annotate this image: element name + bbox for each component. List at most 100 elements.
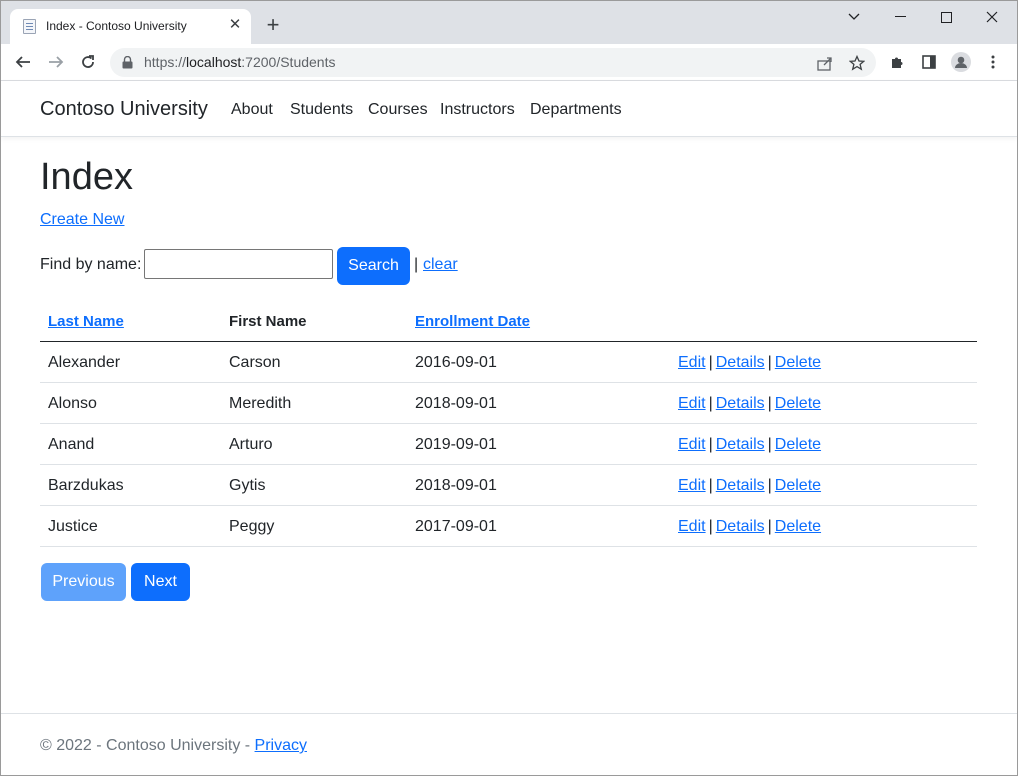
action-separator: |: [708, 436, 713, 453]
minimize-icon[interactable]: [877, 1, 923, 33]
nav-link-courses[interactable]: Courses: [368, 101, 428, 119]
browser-menu-icon[interactable]: [982, 51, 1004, 73]
action-separator: |: [767, 395, 772, 412]
delete-link[interactable]: Delete: [775, 354, 821, 371]
cell-last-name: Alexander: [48, 354, 121, 371]
clear-link[interactable]: clear: [423, 256, 458, 274]
nav-link-instructors[interactable]: Instructors: [440, 101, 515, 119]
url-text[interactable]: https://localhost:7200/Students: [144, 54, 335, 70]
tab-search-chevron-icon[interactable]: [831, 1, 877, 33]
details-link[interactable]: Details: [716, 477, 765, 494]
window-close-icon[interactable]: [969, 1, 1015, 33]
row-actions: Edit | Details | Delete: [678, 477, 821, 495]
cell-last-name: Anand: [48, 436, 95, 453]
table-row: Alonso Meredith 2018-09-01 Edit | Details |…: [40, 383, 977, 424]
cell-last-name: Barzdukas: [48, 477, 124, 494]
action-separator: |: [767, 518, 772, 535]
new-tab-icon[interactable]: +: [262, 14, 284, 36]
edit-link[interactable]: Edit: [678, 436, 706, 453]
separator: |: [414, 256, 419, 273]
tab-strip: Index - Contoso University ✕ +: [1, 1, 1017, 44]
action-separator: |: [708, 518, 713, 535]
page-favicon-icon: [23, 19, 36, 34]
profile-avatar-icon[interactable]: [950, 51, 972, 73]
cell-first-name: Meredith: [229, 395, 292, 412]
nav-link-departments[interactable]: Departments: [530, 101, 622, 119]
sort-last-name-link[interactable]: Last Name: [48, 313, 124, 330]
students-table: Last Name First Name Enrollment Date Ale…: [40, 301, 977, 547]
action-separator: |: [708, 395, 713, 412]
column-header-enrollment-date: Enrollment Date: [415, 313, 530, 330]
cell-enrollment-date: 2018-09-01: [415, 477, 497, 494]
table-row: Justice Peggy 2017-09-01 Edit | Details | De…: [40, 506, 977, 547]
previous-page-button[interactable]: Previous: [41, 563, 126, 601]
search-button[interactable]: Search: [337, 247, 410, 285]
privacy-link[interactable]: Privacy: [255, 737, 307, 754]
edit-link[interactable]: Edit: [678, 395, 706, 412]
browser-toolbar: https://localhost:7200/Students: [1, 44, 1017, 81]
table-row: Barzdukas Gytis 2018-09-01 Edit | Details |…: [40, 465, 977, 506]
action-separator: |: [767, 477, 772, 494]
maximize-icon[interactable]: [923, 1, 969, 33]
details-link[interactable]: Details: [716, 518, 765, 535]
details-link[interactable]: Details: [716, 436, 765, 453]
delete-link[interactable]: Delete: [775, 395, 821, 412]
forward-arrow-icon[interactable]: [44, 50, 68, 74]
lock-icon[interactable]: [122, 55, 133, 74]
column-header-last-name: Last Name: [48, 313, 124, 330]
edit-link[interactable]: Edit: [678, 354, 706, 371]
nav-link-students[interactable]: Students: [290, 101, 353, 119]
sort-enrollment-date-link[interactable]: Enrollment Date: [415, 313, 530, 330]
delete-link[interactable]: Delete: [775, 518, 821, 535]
page-title: Index: [40, 156, 133, 198]
cell-enrollment-date: 2018-09-01: [415, 395, 497, 412]
copyright-text: © 2022 - Contoso University -: [40, 737, 255, 754]
cell-last-name: Alonso: [48, 395, 97, 412]
delete-link[interactable]: Delete: [775, 436, 821, 453]
action-separator: |: [708, 354, 713, 371]
cell-last-name: Justice: [48, 518, 98, 535]
table-row: Anand Arturo 2019-09-01 Edit | Details | Del…: [40, 424, 977, 465]
row-actions: Edit | Details | Delete: [678, 395, 821, 413]
details-link[interactable]: Details: [716, 395, 765, 412]
action-separator: |: [708, 477, 713, 494]
side-panel-icon[interactable]: [918, 51, 940, 73]
table-row: Alexander Carson 2016-09-01 Edit | Details…: [40, 342, 977, 383]
details-link[interactable]: Details: [716, 354, 765, 371]
browser-window: Index - Contoso University ✕ + https://l…: [0, 0, 1018, 776]
cell-first-name: Arturo: [229, 436, 273, 453]
footer-text: © 2022 - Contoso University - Privacy: [40, 737, 307, 755]
delete-link[interactable]: Delete: [775, 477, 821, 494]
row-actions: Edit | Details | Delete: [678, 518, 821, 536]
back-arrow-icon[interactable]: [11, 50, 35, 74]
cell-enrollment-date: 2017-09-01: [415, 518, 497, 535]
cell-first-name: Gytis: [229, 477, 266, 494]
action-separator: |: [767, 436, 772, 453]
browser-tab[interactable]: Index - Contoso University ✕: [10, 9, 251, 44]
bookmark-star-icon[interactable]: [847, 53, 867, 73]
tab-title: Index - Contoso University: [46, 19, 187, 33]
reload-icon[interactable]: [76, 50, 100, 74]
address-bar[interactable]: https://localhost:7200/Students: [110, 48, 876, 77]
cell-enrollment-date: 2016-09-01: [415, 354, 497, 371]
table-header-row: Last Name First Name Enrollment Date: [40, 301, 977, 342]
tab-close-icon[interactable]: ✕: [226, 16, 244, 34]
cell-first-name: Carson: [229, 354, 281, 371]
search-input[interactable]: [144, 249, 333, 279]
edit-link[interactable]: Edit: [678, 518, 706, 535]
next-page-button[interactable]: Next: [131, 563, 190, 601]
row-actions: Edit | Details | Delete: [678, 354, 821, 372]
row-actions: Edit | Details | Delete: [678, 436, 821, 454]
extensions-puzzle-icon[interactable]: [886, 51, 908, 73]
create-new-link[interactable]: Create New: [40, 211, 124, 229]
nav-link-about[interactable]: About: [231, 101, 273, 119]
share-icon[interactable]: [815, 53, 835, 73]
cell-first-name: Peggy: [229, 518, 275, 535]
cell-enrollment-date: 2019-09-01: [415, 436, 497, 453]
column-header-first-name: First Name: [229, 313, 307, 330]
brand-link[interactable]: Contoso University: [40, 98, 208, 121]
edit-link[interactable]: Edit: [678, 477, 706, 494]
action-separator: |: [767, 354, 772, 371]
footer: © 2022 - Contoso University - Privacy: [1, 713, 1017, 775]
site-navbar: Contoso University About Students Course…: [1, 81, 1017, 137]
